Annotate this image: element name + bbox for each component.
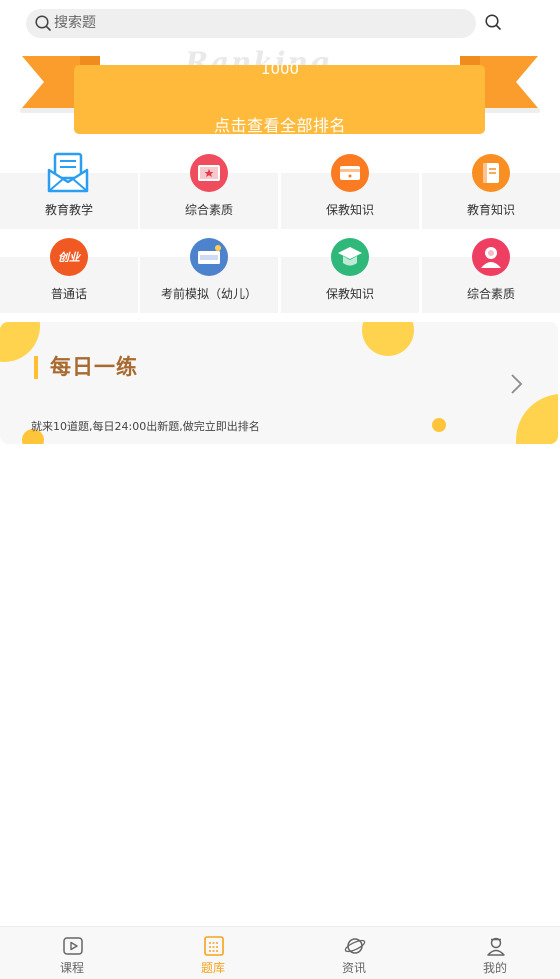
category-item[interactable]: 教育知识 <box>422 146 560 230</box>
category-label: 保教知识 <box>325 203 374 217</box>
category-item[interactable]: 教育教学 <box>0 146 138 230</box>
tab-mine[interactable]: 我的 <box>425 927 560 979</box>
category-item[interactable]: 保教知识 <box>281 230 419 314</box>
speech-badge-icon: 创业 <box>50 238 88 276</box>
search-placeholder: 搜索题 <box>54 15 96 31</box>
view-all-ranking-link[interactable]: 点击查看全部排名 <box>0 112 560 136</box>
search-input[interactable]: 搜索题 <box>26 9 476 38</box>
graduation-cap-icon <box>331 238 369 276</box>
card-icon <box>331 154 369 192</box>
chevron-right-icon[interactable] <box>509 373 525 395</box>
daily-practice-card[interactable]: 每日一练 就来10道题,每日24:00出新题,做完立即出排名 <box>0 322 558 444</box>
category-label: 普通话 <box>50 287 87 301</box>
category-label: 教育教学 <box>44 203 93 217</box>
tab-label: 我的 <box>482 961 507 975</box>
title-accent-bar <box>34 356 38 379</box>
category-grid: 教育教学 综合素质 保教知识 教育知识 创业 普通话 考前模拟（幼儿） 保教知识… <box>0 146 560 314</box>
category-item[interactable]: 创业 普通话 <box>0 230 138 314</box>
category-item[interactable]: 保教知识 <box>281 146 419 230</box>
tab-label: 资讯 <box>341 961 366 975</box>
simulation-icon <box>190 238 228 276</box>
daily-practice-title: 每日一练 <box>50 355 138 379</box>
category-item[interactable]: 考前模拟（幼儿） <box>140 230 278 314</box>
search-bar: 搜索题 <box>0 0 560 46</box>
tab-label: 题库 <box>200 961 225 975</box>
ranking-score: 1000 <box>260 60 300 78</box>
certificate-icon <box>190 154 228 192</box>
category-label: 综合素质 <box>184 203 233 217</box>
tab-label: 课程 <box>59 961 84 975</box>
search-button-icon[interactable] <box>484 13 502 31</box>
badge-text: 创业 <box>58 251 82 264</box>
book-icon <box>472 154 510 192</box>
daily-practice-description: 就来10道题,每日24:00出新题,做完立即出排名 <box>31 420 260 433</box>
category-label: 保教知识 <box>325 287 374 301</box>
category-label: 考前模拟（幼儿） <box>160 287 257 301</box>
category-label: 教育知识 <box>466 203 515 217</box>
tab-question-bank[interactable]: 题库 <box>143 927 283 979</box>
question-bank-icon <box>204 936 224 956</box>
envelope-doc-icon <box>47 152 89 193</box>
category-label: 综合素质 <box>466 287 515 301</box>
user-profile-icon <box>487 937 505 956</box>
planet-icon <box>344 938 366 954</box>
search-icon <box>35 15 51 31</box>
tab-news[interactable]: 资讯 <box>284 927 424 979</box>
category-item[interactable]: 综合素质 <box>140 146 278 230</box>
tab-course[interactable]: 课程 <box>2 927 142 979</box>
play-video-icon <box>63 937 83 955</box>
bottom-nav: 课程 题库 资讯 我的 <box>0 926 560 979</box>
category-item[interactable]: 综合素质 <box>422 230 560 314</box>
person-icon <box>472 238 510 276</box>
ranking-banner[interactable]: Ranking 1000 点击查看全部排名 <box>0 46 560 138</box>
